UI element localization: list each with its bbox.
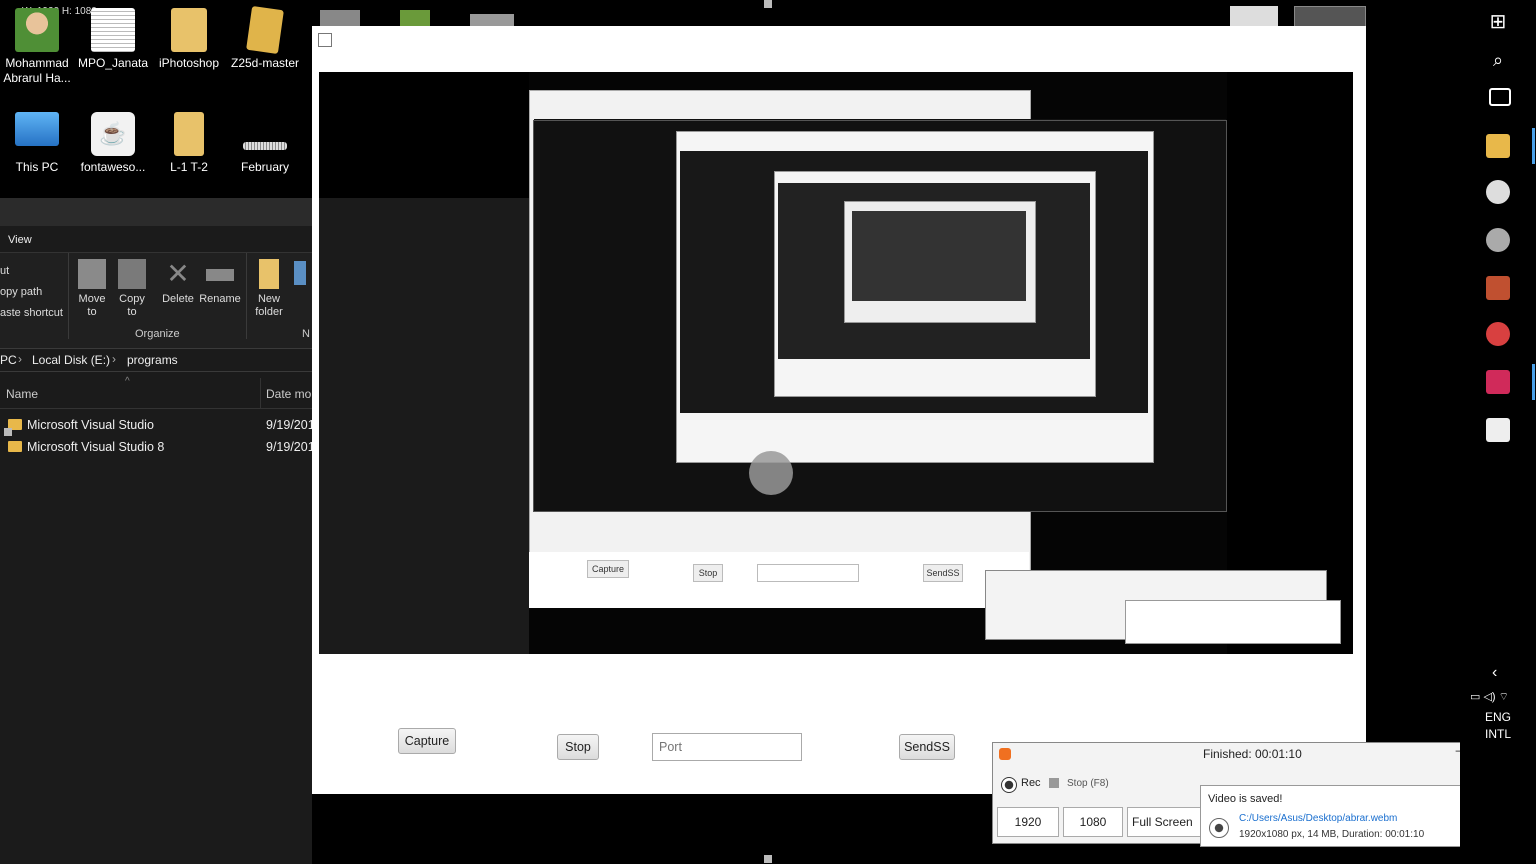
keyboard-layout[interactable]: INTL bbox=[1460, 727, 1536, 741]
windows-icon[interactable]: ⊞ bbox=[1486, 10, 1510, 34]
intellij-icon[interactable] bbox=[1486, 370, 1510, 394]
paste-shortcut-button[interactable]: aste shortcut bbox=[0, 303, 63, 324]
recorder-status: Finished: 00:01:10 bbox=[1203, 747, 1302, 761]
java-icon[interactable] bbox=[1486, 418, 1510, 442]
search-icon[interactable]: ⌕ bbox=[1486, 48, 1510, 72]
file-explorer-icon[interactable] bbox=[1486, 134, 1510, 158]
desktop-icon-user[interactable]: Mohammad Abrarul Ha... bbox=[0, 8, 74, 86]
copy-to-icon bbox=[118, 259, 146, 289]
desktop-icon-this-pc[interactable]: This PC bbox=[0, 112, 74, 175]
delete-icon: ✕ bbox=[166, 258, 190, 289]
stop-icon[interactable] bbox=[1049, 778, 1059, 788]
chevron-right-icon: › bbox=[18, 352, 22, 366]
taskbar: ⊞ ⌕ ‹ ▭ ◁) ⌔ ENG INTL bbox=[1460, 0, 1536, 864]
rename-button[interactable]: Rename bbox=[198, 259, 242, 306]
desktop-icon-february[interactable]: February bbox=[228, 112, 302, 175]
column-name[interactable]: Name bbox=[6, 387, 38, 401]
chrome-icon[interactable] bbox=[1486, 228, 1510, 252]
copy-path-button[interactable]: opy path bbox=[0, 282, 63, 303]
document-icon bbox=[91, 8, 135, 52]
width-field[interactable]: 1920 bbox=[997, 807, 1059, 837]
rec-label[interactable]: Rec bbox=[1021, 777, 1041, 789]
recorder-logo-icon bbox=[999, 748, 1011, 760]
title-bar bbox=[312, 26, 1366, 54]
desktop-icon-z25d-master[interactable]: Z25d-master bbox=[228, 5, 302, 71]
popup-title: Video is saved! bbox=[1208, 793, 1283, 805]
address-bar[interactable]: PC › Local Disk (E:) › programs bbox=[0, 348, 312, 372]
sendss-button[interactable]: SendSS bbox=[899, 734, 955, 760]
group-organize-label: Organize bbox=[135, 328, 180, 340]
desktop-icon-iphotoshop[interactable]: iPhotoshop bbox=[152, 8, 226, 71]
clock-app-icon[interactable] bbox=[1486, 180, 1510, 204]
desktop-icon-fontawesome[interactable]: ☕ fontaweso... bbox=[76, 112, 150, 175]
height-field[interactable]: 1080 bbox=[1063, 807, 1123, 837]
file-icon bbox=[243, 142, 287, 150]
breadcrumb-local-disk[interactable]: Local Disk (E:) bbox=[32, 353, 110, 367]
file-explorer: View ut opy path aste shortcut Move to C… bbox=[0, 198, 315, 864]
delete-button[interactable]: ✕ Delete bbox=[160, 259, 196, 306]
mode-select[interactable]: Full Screen bbox=[1127, 807, 1205, 837]
thumbnail bbox=[400, 10, 430, 26]
clipboard-group: ut opy path aste shortcut bbox=[0, 261, 63, 324]
user-icon bbox=[15, 8, 59, 52]
folder-icon bbox=[174, 112, 204, 156]
stop-button[interactable]: Stop bbox=[557, 734, 599, 760]
app-icon bbox=[318, 33, 332, 47]
folder-icon bbox=[246, 5, 284, 55]
desktop-icon-l1t2[interactable]: L-1 T-2 bbox=[152, 112, 226, 175]
java-icon: ☕ bbox=[91, 112, 135, 156]
thumbnail bbox=[1230, 6, 1278, 26]
new-folder-icon bbox=[259, 259, 279, 289]
column-header: Name ^ Date mo bbox=[0, 376, 312, 409]
capture-app-window: Capture Stop SendSS Capture Stop SendSS bbox=[312, 26, 1366, 794]
breadcrumb-programs[interactable]: programs bbox=[127, 353, 178, 367]
sort-up-icon: ^ bbox=[125, 376, 130, 387]
group-new-label: N bbox=[302, 328, 310, 340]
column-date[interactable]: Date mo bbox=[266, 387, 311, 401]
chevron-left-icon[interactable]: ‹ bbox=[1492, 664, 1497, 682]
port-input[interactable] bbox=[652, 733, 802, 761]
thumbnail bbox=[470, 14, 514, 26]
list-item[interactable]: Microsoft Visual Studio 8 9/19/201 bbox=[0, 436, 315, 458]
ribbon-tabs bbox=[0, 198, 312, 226]
nested-preview bbox=[533, 120, 1227, 512]
cut-button[interactable]: ut bbox=[0, 261, 63, 282]
language-indicator[interactable]: ENG bbox=[1460, 710, 1536, 724]
thumbnail bbox=[1294, 6, 1366, 28]
folder-icon bbox=[8, 441, 22, 452]
move-to-icon bbox=[78, 259, 106, 289]
chevron-right-icon: › bbox=[112, 352, 116, 366]
breadcrumb-pc[interactable]: PC bbox=[0, 353, 17, 367]
video-info: 1920x1080 px, 14 MB, Duration: 00:01:10 bbox=[1239, 829, 1425, 840]
new-item-icon[interactable] bbox=[294, 261, 306, 285]
thumbnail bbox=[320, 10, 360, 26]
list-item[interactable]: Microsoft Visual Studio 9/19/201 bbox=[0, 414, 315, 436]
tab-view[interactable]: View bbox=[8, 234, 32, 246]
task-view-icon[interactable] bbox=[1489, 88, 1511, 106]
move-to-button[interactable]: Move to bbox=[74, 259, 110, 319]
screen-preview: Capture Stop SendSS bbox=[319, 72, 1353, 654]
folder-icon bbox=[171, 8, 207, 52]
office-icon[interactable] bbox=[1486, 276, 1510, 300]
system-tray-icons[interactable]: ▭ ◁) ⌔ bbox=[1470, 690, 1509, 704]
copy-to-button[interactable]: Copy to bbox=[114, 259, 150, 319]
capture-button[interactable]: Capture bbox=[398, 728, 456, 754]
resize-handle[interactable] bbox=[4, 428, 12, 436]
desktop-icon-mpo-janata[interactable]: MPO_Janata bbox=[76, 8, 150, 71]
video-path-link[interactable]: C:/Users/Asus/Desktop/abrar.webm bbox=[1239, 813, 1397, 824]
new-folder-button[interactable]: New folder bbox=[250, 259, 288, 319]
video-file-icon bbox=[1209, 818, 1229, 838]
rename-icon bbox=[206, 259, 234, 289]
resize-handle[interactable] bbox=[764, 0, 772, 8]
resize-handle[interactable] bbox=[764, 855, 772, 863]
record-icon[interactable] bbox=[1001, 777, 1017, 793]
stop-f8-label[interactable]: Stop (F8) bbox=[1067, 778, 1109, 789]
snipping-icon[interactable] bbox=[1486, 322, 1510, 346]
computer-icon bbox=[15, 112, 59, 146]
